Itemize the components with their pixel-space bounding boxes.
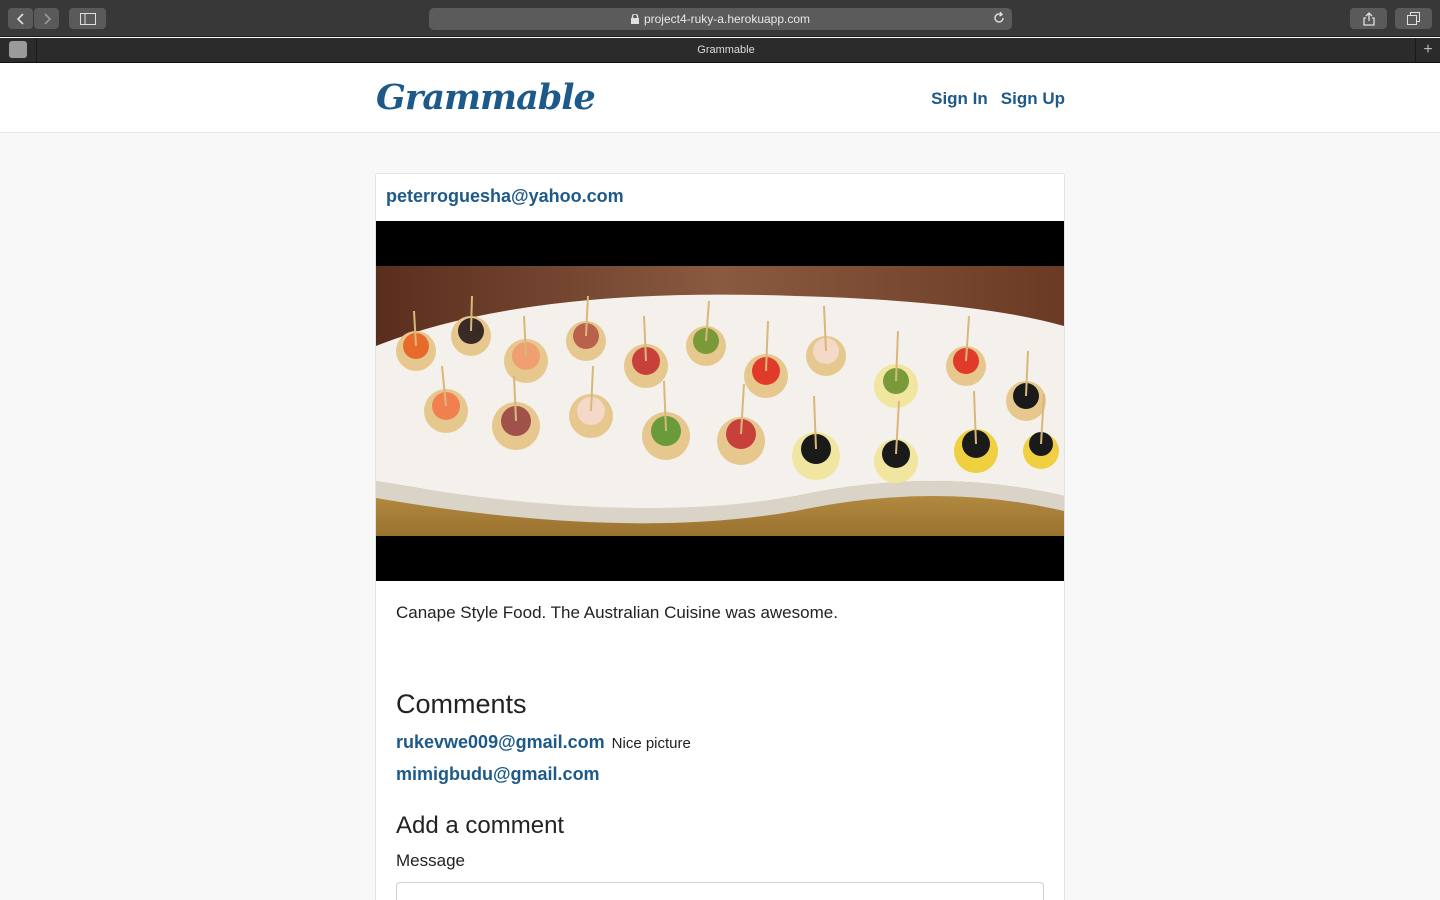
browser-toolbar: project4-ruky-a.herokuapp.com [0, 0, 1440, 37]
chevron-left-icon [16, 12, 24, 25]
comments-heading: Comments [396, 689, 527, 719]
comment-text: Nice picture [611, 735, 691, 752]
message-label: Message [396, 851, 465, 870]
sign-in-link[interactable]: Sign In [931, 89, 988, 109]
tab-bar: Grammable + [0, 38, 1440, 63]
auth-nav: Sign In Sign Up [931, 89, 1065, 109]
back-button[interactable] [8, 8, 33, 29]
reload-icon[interactable] [992, 11, 1006, 25]
add-comment-heading: Add a comment [396, 812, 565, 839]
post-image [376, 266, 1064, 536]
post-caption: Canape Style Food. The Australian Cuisin… [396, 603, 838, 622]
tab-grammable[interactable]: Grammable [36, 38, 1416, 62]
tabs-overview-button[interactable] [1395, 8, 1432, 29]
share-icon [1362, 11, 1375, 26]
share-button[interactable] [1350, 8, 1387, 29]
chevron-right-icon [43, 12, 51, 25]
post-author-link[interactable]: peterroguesha@yahoo.com [386, 186, 624, 207]
sidebar-toggle-button[interactable] [69, 8, 106, 29]
brand-logo[interactable]: Grammable [376, 77, 596, 118]
new-tab-plus-icon[interactable]: + [1416, 38, 1440, 62]
comment-item: mimigbudu@gmail.com [396, 764, 607, 785]
post-image-frame [376, 221, 1064, 581]
site-header: Grammable Sign In Sign Up [0, 63, 1440, 133]
url-text: project4-ruky-a.herokuapp.com [643, 12, 811, 26]
sign-up-link[interactable]: Sign Up [1001, 89, 1065, 109]
message-input[interactable] [396, 882, 1044, 900]
forward-button[interactable] [34, 8, 59, 29]
tab-favicon-icon [9, 41, 27, 58]
sidebar-icon [79, 12, 96, 25]
comment-author-link[interactable]: mimigbudu@gmail.com [396, 764, 600, 785]
address-bar[interactable]: project4-ruky-a.herokuapp.com [429, 8, 1012, 30]
comment-author-link[interactable]: rukevwe009@gmail.com [396, 732, 605, 753]
tabs-icon [1407, 12, 1420, 25]
tab-title: Grammable [697, 44, 755, 56]
comment-item: rukevwe009@gmail.com Nice picture [396, 732, 691, 753]
post-card: peterroguesha@yahoo.com Canape Style Foo… [375, 173, 1065, 900]
lock-icon [630, 14, 639, 24]
